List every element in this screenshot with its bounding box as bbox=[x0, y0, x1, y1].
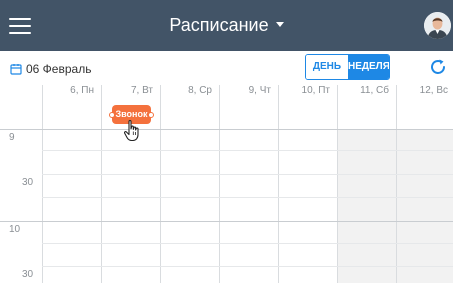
date-picker[interactable]: 06 Февраль bbox=[10, 62, 91, 76]
grid-slot-line bbox=[42, 174, 453, 175]
hour-label: 9 bbox=[9, 132, 15, 143]
day-header[interactable]: 7, Вт bbox=[101, 85, 160, 98]
minute-label: 30 bbox=[22, 177, 34, 188]
page-title: Расписание bbox=[169, 15, 269, 35]
hand-cursor-graphic bbox=[124, 119, 139, 142]
grid-column-line bbox=[160, 85, 161, 283]
current-date: 06 Февраль bbox=[26, 62, 92, 76]
user-avatar[interactable] bbox=[424, 12, 451, 39]
weekend-column bbox=[337, 129, 396, 283]
resize-handle-right[interactable] bbox=[148, 112, 154, 118]
day-header[interactable]: 11, Сб bbox=[337, 85, 396, 98]
weekend-column bbox=[396, 129, 453, 283]
resize-handle-left[interactable] bbox=[109, 112, 115, 118]
grid-slot-line bbox=[42, 243, 453, 244]
view-day-button[interactable]: ДЕНЬ bbox=[306, 55, 348, 79]
all-day-separator bbox=[0, 129, 453, 130]
view-switcher: ДЕНЬ НЕДЕЛЯ bbox=[305, 54, 390, 80]
grid-column-line bbox=[337, 85, 338, 283]
calendar-icon bbox=[10, 64, 22, 75]
page-title-dropdown[interactable]: Расписание bbox=[169, 14, 284, 36]
grid-slot-line bbox=[42, 150, 453, 151]
day-header[interactable]: 8, Ср bbox=[160, 85, 219, 98]
day-header[interactable]: 10, Пт bbox=[278, 85, 337, 98]
day-header[interactable]: 9, Чт bbox=[219, 85, 278, 98]
caret-down-icon bbox=[275, 21, 284, 27]
refresh-icon bbox=[431, 59, 445, 74]
day-header[interactable]: 6, Пн bbox=[42, 85, 101, 98]
grid-hour-line bbox=[0, 221, 453, 222]
page-title-area: Расписание bbox=[0, 14, 453, 36]
top-bar: Расписание bbox=[0, 0, 453, 51]
grid-column-line bbox=[101, 85, 102, 283]
refresh-button[interactable] bbox=[428, 57, 448, 77]
minute-label: 30 bbox=[22, 269, 34, 280]
hour-label: 10 bbox=[9, 224, 21, 235]
grid-slot-line bbox=[42, 266, 453, 267]
week-calendar: 6, Пн 7, Вт 8, Ср 9, Чт 10, Пт 11, Сб 12, Вс 9 3… bbox=[0, 85, 453, 283]
grid-slot-line bbox=[42, 197, 453, 198]
grid-column-line bbox=[219, 85, 220, 283]
grid-column-line bbox=[278, 85, 279, 283]
grid-column-line bbox=[42, 85, 43, 283]
view-week-button[interactable]: НЕДЕЛЯ bbox=[348, 55, 389, 79]
calendar-toolbar: 06 Февраль ДЕНЬ НЕДЕЛЯ bbox=[0, 51, 453, 85]
hand-cursor-icon bbox=[123, 119, 143, 143]
avatar-image bbox=[424, 12, 451, 39]
grid-column-line bbox=[396, 85, 397, 283]
day-header[interactable]: 12, Вс bbox=[396, 85, 453, 98]
